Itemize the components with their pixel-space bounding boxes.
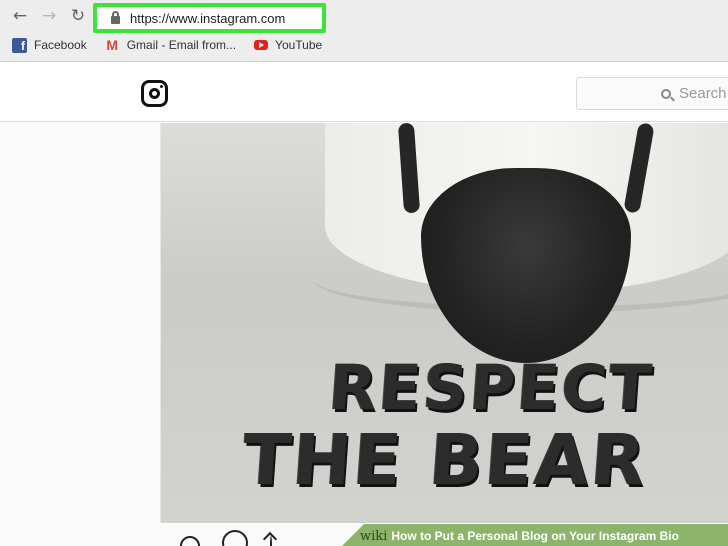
youtube-icon xyxy=(254,40,269,50)
watermark-banner: wiki How to Put a Personal Blog on Your … xyxy=(340,524,728,546)
like-icon[interactable] xyxy=(175,531,205,546)
bookmark-label: YouTube xyxy=(275,38,323,52)
post-image[interactable]: RESPECT THE BEAR xyxy=(161,123,728,523)
instagram-header: Search xyxy=(0,62,728,122)
post-actions xyxy=(175,530,272,546)
bookmark-gmail[interactable]: M Gmail - Email from... xyxy=(105,37,237,53)
search-placeholder: Search xyxy=(679,85,727,102)
bookmark-facebook[interactable]: f Facebook xyxy=(12,37,87,53)
beard-shape xyxy=(421,168,631,363)
bookmark-label: Facebook xyxy=(34,38,87,52)
back-button[interactable]: ← xyxy=(9,5,31,27)
left-column xyxy=(0,123,160,546)
camera-dot xyxy=(160,85,163,88)
gmail-icon: M xyxy=(106,37,119,53)
image-text-line1: RESPECT xyxy=(326,351,656,424)
instagram-logo-icon[interactable] xyxy=(141,80,168,107)
lock-icon xyxy=(111,10,120,24)
facebook-icon: f xyxy=(12,37,27,53)
address-bar-url: https://www.instagram.com xyxy=(130,10,286,26)
bookmark-youtube[interactable]: YouTube xyxy=(254,38,322,52)
watermark-title: How to Put a Personal Blog on Your Insta… xyxy=(391,529,679,543)
bookmarks-bar: f Facebook M Gmail - Email from... YouTu… xyxy=(0,36,328,54)
image-text-line2: THE BEAR xyxy=(240,419,650,501)
watermark-brand: wiki xyxy=(360,528,388,544)
reload-icon: ↻ xyxy=(70,6,86,26)
search-input[interactable]: Search xyxy=(576,77,728,110)
forward-button[interactable]: → xyxy=(38,5,60,27)
camera-lens xyxy=(149,88,160,99)
address-bar[interactable]: https://www.instagram.com xyxy=(93,3,326,33)
comment-icon[interactable] xyxy=(222,530,248,546)
search-icon xyxy=(661,88,671,99)
bookmark-label: Gmail - Email from... xyxy=(126,38,237,52)
arrow-right-icon: → xyxy=(41,6,57,26)
post-card: RESPECT THE BEAR xyxy=(160,123,728,523)
share-icon[interactable] xyxy=(270,536,272,546)
reload-button[interactable]: ↻ xyxy=(67,5,89,27)
browser-chrome: ← → ↻ https://www.instagram.com f Facebo… xyxy=(0,0,728,62)
arrow-left-icon: ← xyxy=(12,6,28,26)
